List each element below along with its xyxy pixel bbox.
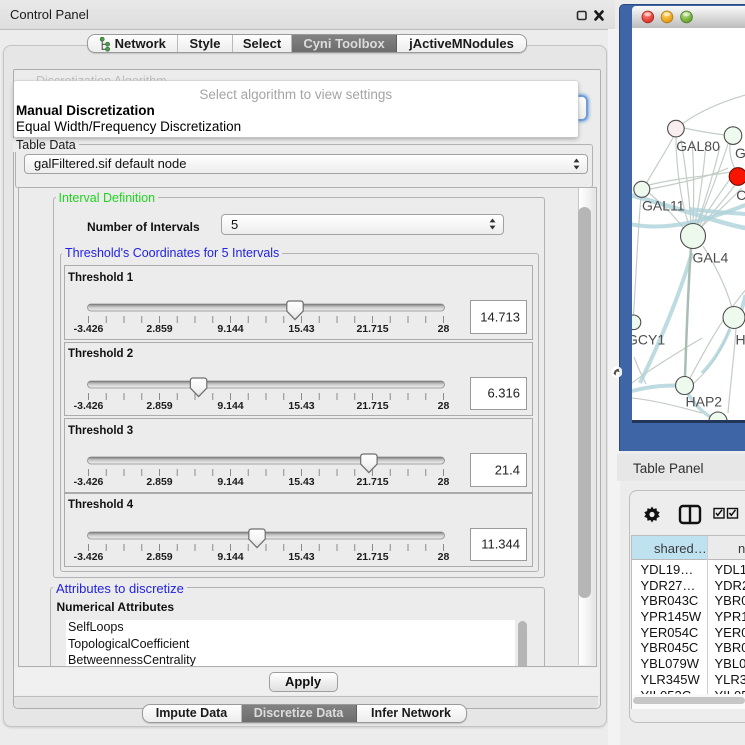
svg-text:9.144: 9.144 [217,551,243,563]
svg-text:9.144: 9.144 [217,476,243,488]
svg-text:9.144: 9.144 [217,400,243,412]
svg-text:9.144: 9.144 [217,323,243,335]
svg-text:-3.426: -3.426 [73,551,103,563]
svg-text:-3.426: -3.426 [73,323,103,335]
svg-text:21.715: 21.715 [356,400,388,412]
svg-text:15.43: 15.43 [288,323,314,335]
svg-text:28: 28 [437,400,449,412]
svg-text:-3.426: -3.426 [73,476,103,488]
svg-text:28: 28 [437,323,449,335]
svg-text:2.859: 2.859 [146,476,172,488]
svg-text:2.859: 2.859 [146,323,172,335]
svg-text:GAL4: GAL4 [693,250,729,266]
svg-text:HAP2: HAP2 [686,394,723,410]
svg-text:21.715: 21.715 [356,323,388,335]
svg-text:H: H [736,332,745,348]
svg-text:GCY1: GCY1 [632,332,665,348]
svg-text:GAL80: GAL80 [676,138,720,154]
svg-text:28: 28 [437,551,449,563]
svg-text:-3.426: -3.426 [73,400,103,412]
svg-text:15.43: 15.43 [288,551,314,563]
svg-text:21.715: 21.715 [356,551,388,563]
svg-text:28: 28 [437,476,449,488]
svg-text:2.859: 2.859 [146,551,172,563]
svg-text:2.859: 2.859 [146,400,172,412]
svg-text:21.715: 21.715 [356,476,388,488]
svg-text:GA: GA [735,145,745,161]
svg-text:15.43: 15.43 [288,476,314,488]
svg-text:C: C [736,187,745,203]
svg-text:15.43: 15.43 [288,400,314,412]
svg-text:GAL11: GAL11 [642,198,685,214]
